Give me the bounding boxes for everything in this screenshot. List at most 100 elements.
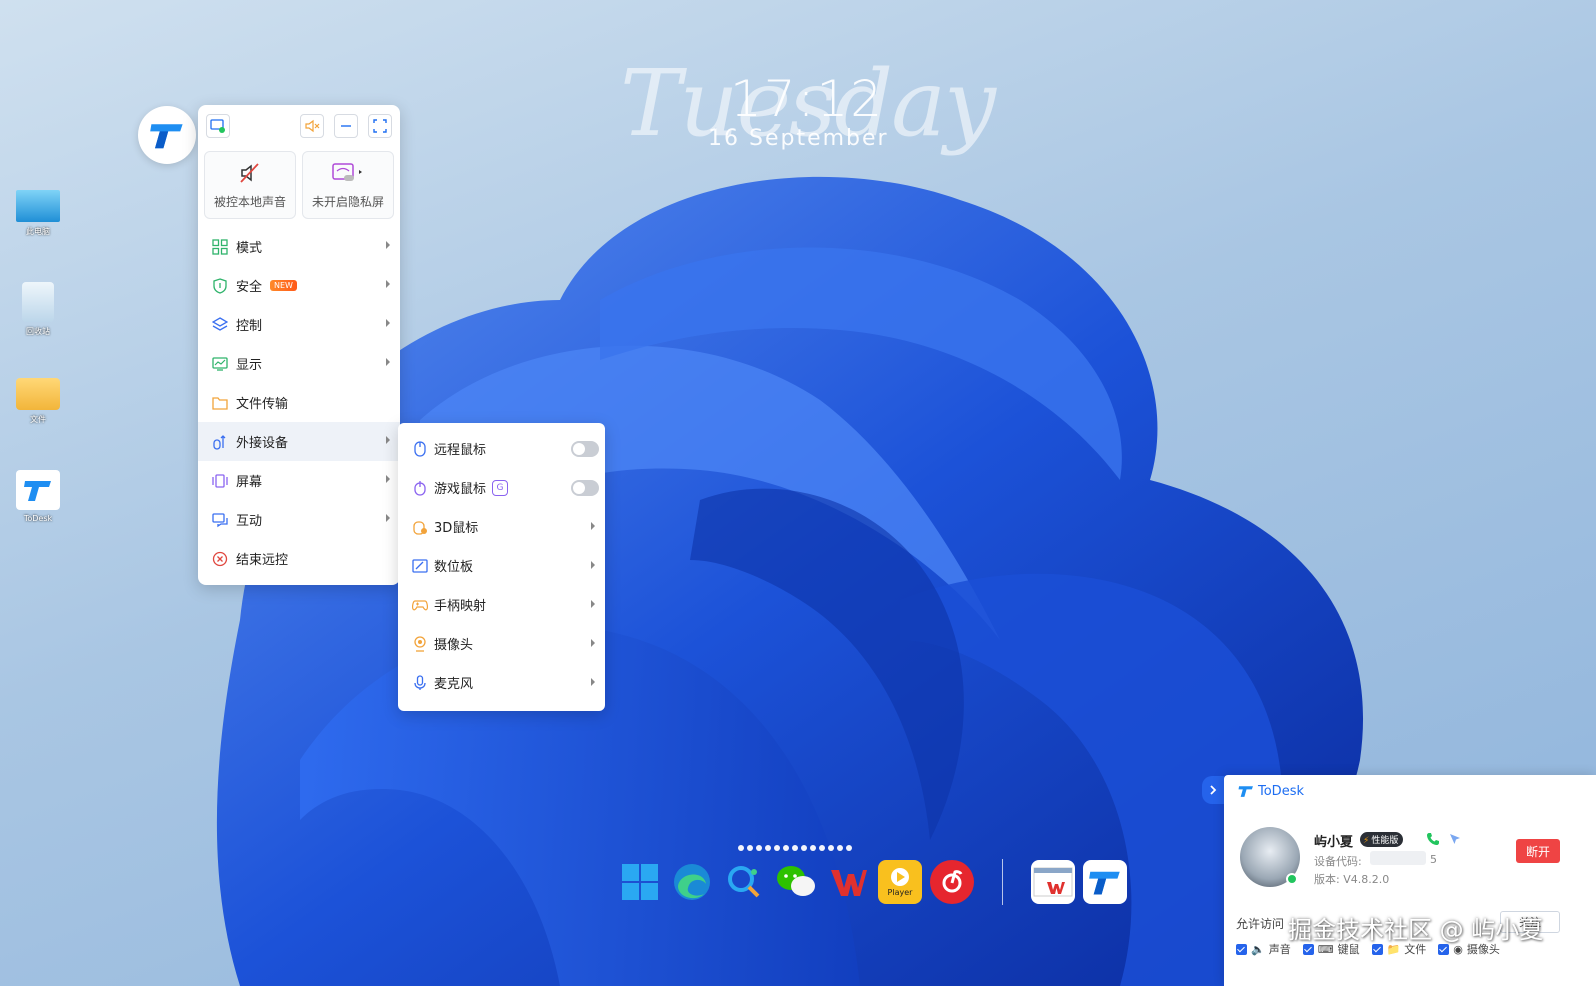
desktop-icon-todesk[interactable]: ToDesk <box>14 470 62 523</box>
netease-music-icon <box>942 870 963 893</box>
menu-item-label: 文件传输 <box>236 397 289 412</box>
submenu-item-microphone[interactable]: 麦克风 <box>398 663 605 702</box>
submenu-item-label: 远程鼠标 <box>434 443 487 458</box>
screen-switch-button[interactable] <box>206 114 230 138</box>
taskbar-separator <box>1002 859 1003 905</box>
menu-item-display[interactable]: 显示 <box>198 344 400 383</box>
submenu-item-remote-mouse[interactable]: 远程鼠标 <box>398 429 605 468</box>
wps-file-icon <box>1033 867 1073 897</box>
chevron-right-icon <box>386 514 390 522</box>
chevron-right-icon <box>591 522 595 530</box>
submenu-item-tablet[interactable]: 数位板 <box>398 546 605 585</box>
menu-item-mode[interactable]: 模式 <box>198 227 400 266</box>
menu-item-interaction[interactable]: 互动 <box>198 500 400 539</box>
minimize-icon <box>341 125 351 127</box>
windows-start-icon <box>622 864 658 900</box>
submenu-item-camera[interactable]: 摄像头 <box>398 624 605 663</box>
todesk-icon <box>16 470 60 510</box>
online-status-icon <box>1286 873 1298 885</box>
desktop-icon-label: 回收站 <box>26 327 50 336</box>
performance-badge: ⚡ 性能版 <box>1360 832 1404 847</box>
chevron-right-icon <box>386 319 390 327</box>
clock-time: 17:12 <box>730 70 885 128</box>
chevron-right-icon <box>1210 785 1217 795</box>
submenu-item-label: 3D鼠标 <box>434 521 479 536</box>
desktop-icon-recycle-bin[interactable]: 回收站 <box>14 282 62 337</box>
todesk-taskbar-button[interactable] <box>1083 860 1127 904</box>
camera-icon <box>412 635 428 652</box>
menu-item-screen[interactable]: 屏幕 <box>198 461 400 500</box>
panel-brand: ToDesk <box>1258 783 1304 799</box>
menu-item-peripherals[interactable]: 外接设备 <box>198 422 400 461</box>
todesk-floating-button[interactable] <box>138 106 196 164</box>
wechat-button[interactable] <box>774 860 818 904</box>
desktop-icon-this-pc[interactable]: 此电脑 <box>14 190 62 237</box>
phone-icon[interactable] <box>1426 831 1440 850</box>
potplayer-icon <box>891 868 909 886</box>
edge-button[interactable] <box>670 860 714 904</box>
search-app-button[interactable] <box>722 860 766 904</box>
submenu-item-label: 游戏鼠标 <box>434 482 487 497</box>
speaker-muted-icon <box>240 162 259 183</box>
local-sound-tile[interactable]: 被控本地声音 <box>204 151 296 219</box>
search-app-icon <box>728 866 760 898</box>
game-mouse-toggle[interactable] <box>571 480 599 496</box>
submenu-item-label: 数位板 <box>434 560 474 575</box>
device-code-suffix: 5 <box>1430 853 1437 866</box>
chevron-right-icon <box>386 241 390 249</box>
menu-item-end-session[interactable]: 结束远控 <box>198 539 400 578</box>
cursor-icon[interactable] <box>1448 831 1462 850</box>
netease-music-button[interactable] <box>930 860 974 904</box>
desktop-icon-folder[interactable]: 文件 <box>14 378 62 425</box>
panel-collapse-button[interactable] <box>1202 776 1224 804</box>
bolt-icon: ⚡ <box>1363 836 1370 846</box>
todesk-logo-icon <box>150 124 183 149</box>
checkbox[interactable] <box>1302 943 1314 955</box>
chat-icon <box>212 512 228 528</box>
recycle-bin-icon <box>22 282 54 322</box>
menu-item-security[interactable]: 安全 NEW <box>198 266 400 305</box>
mouse-icon <box>412 440 428 457</box>
desktop-icon-label: ToDesk <box>23 514 53 523</box>
mute-button[interactable] <box>300 114 324 138</box>
submenu-item-game-mouse[interactable]: 游戏鼠标 G <box>398 468 605 507</box>
potplayer-button[interactable]: Player <box>878 860 922 904</box>
new-badge: NEW <box>270 280 297 291</box>
privacy-screen-tile[interactable]: 未开启隐私屏 <box>302 151 394 219</box>
watermark-text: 掘金技术社区 @ 屿小夏 <box>1288 916 1544 944</box>
screen-switch-icon <box>210 119 225 133</box>
wps-icon <box>831 870 867 896</box>
tile-label: 被控本地声音 <box>213 194 286 209</box>
taskbar-page-indicator <box>738 845 852 851</box>
performance-badge-label: 性能版 <box>1371 836 1399 846</box>
remote-mouse-toggle[interactable] <box>571 441 599 457</box>
user-name: 屿小夏 <box>1314 835 1354 850</box>
wps-button[interactable] <box>826 860 870 904</box>
tablet-icon <box>412 558 428 574</box>
menu-item-label: 控制 <box>236 319 263 334</box>
device-code-label: 设备代码: <box>1314 855 1362 868</box>
remote-control-menu: 被控本地声音 未开启隐私屏 模式 安全 NEW 控制 显示 文件传输 外接设备 <box>198 105 400 585</box>
tile-label: 未开启隐私屏 <box>311 194 384 209</box>
checkbox[interactable] <box>1438 943 1450 955</box>
connected-user: 屿小夏 ⚡ 性能版 设备代码: 5 版本: V4.8.2.0 断开 <box>1224 827 1596 903</box>
fullscreen-icon <box>373 119 387 133</box>
speaker-icon: 🔈 <box>1251 942 1265 956</box>
minimize-button[interactable] <box>334 114 358 138</box>
windows-start-button[interactable] <box>618 860 662 904</box>
fullscreen-button[interactable] <box>368 114 392 138</box>
disconnect-button[interactable]: 断开 <box>1516 839 1560 863</box>
wps-file-button[interactable] <box>1031 860 1075 904</box>
checkbox[interactable] <box>1236 943 1247 955</box>
grid-icon <box>212 238 228 255</box>
checkbox[interactable] <box>1371 943 1383 955</box>
menu-item-file-transfer[interactable]: 文件传输 <box>198 383 400 422</box>
chevron-right-icon <box>591 678 595 686</box>
panel-header: ToDesk <box>1224 775 1596 807</box>
chevron-right-icon <box>386 358 390 366</box>
permission-sound[interactable]: 🔈 声音 <box>1236 941 1291 957</box>
submenu-item-3d-mouse[interactable]: 3D鼠标 <box>398 507 605 546</box>
menu-item-control[interactable]: 控制 <box>198 305 400 344</box>
submenu-item-gamepad[interactable]: 手柄映射 <box>398 585 605 624</box>
desktop-icon-label: 此电脑 <box>26 227 50 236</box>
